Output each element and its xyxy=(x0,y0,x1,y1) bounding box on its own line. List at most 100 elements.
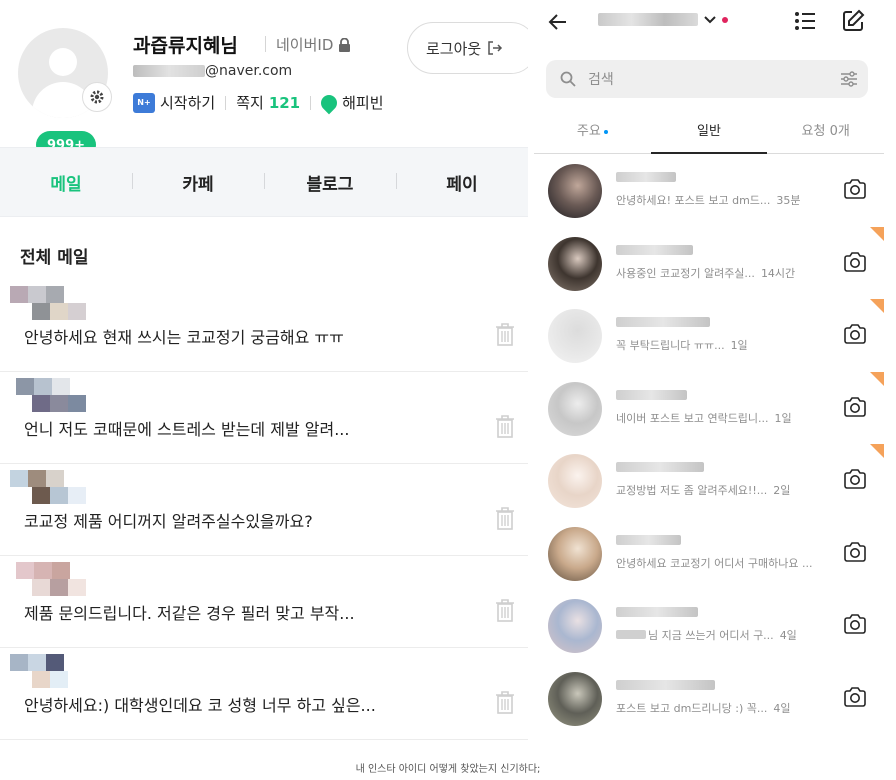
pixel-block xyxy=(46,470,64,487)
dm-row[interactable]: 네이버 포스트 보고 연락드립니... 1일 xyxy=(534,371,884,445)
dm-preview: 교정방법 저도 좀 알려주세요!!... 2일 xyxy=(616,482,790,498)
mail-item[interactable]: 안녕하세요:) 대학생인데요 코 성형 너무 하고 싶은... xyxy=(0,648,528,740)
tab-requests[interactable]: 요청 0개 xyxy=(767,112,884,153)
divider xyxy=(310,95,312,110)
dm-preview-text: 포스트 보고 dm드리니당 :) 꼭... xyxy=(616,701,768,715)
dm-row[interactable]: 사용중인 코교정기 알려주실... 14시간 xyxy=(534,226,884,300)
list-options-icon[interactable] xyxy=(794,10,816,32)
camera-icon[interactable] xyxy=(843,251,867,273)
naver-plus-icon: N+ xyxy=(133,92,155,113)
dm-username-redacted xyxy=(616,317,710,327)
start-label: 시작하기 xyxy=(160,94,216,112)
tab-requests-label: 요청 0개 xyxy=(801,124,850,139)
dm-avatar[interactable] xyxy=(548,309,602,363)
dm-preview: 포스트 보고 dm드리니당 :) 꼭... 4일 xyxy=(616,700,791,716)
pixel-block xyxy=(50,671,68,688)
filter-sliders-icon[interactable] xyxy=(840,70,858,88)
dm-username-redacted xyxy=(616,679,715,690)
account-switcher[interactable] xyxy=(598,13,728,26)
trash-icon[interactable] xyxy=(495,690,515,714)
dm-row[interactable]: 안녕하세요 코교정기 어디서 구매하나요 ... xyxy=(534,517,884,590)
start-link[interactable]: N+ 시작하기 xyxy=(133,92,215,113)
dm-row[interactable]: 포스트 보고 dm드리니당 :) 꼭... 4일 xyxy=(534,662,884,735)
search-icon xyxy=(560,71,576,87)
sender-pixelated xyxy=(10,286,110,320)
tab-mail[interactable]: 메일 xyxy=(0,170,132,195)
tab-pay[interactable]: 페이 xyxy=(396,170,528,195)
dm-row[interactable]: 꼭 부탁드립니다 ㅠㅠ... 1일 xyxy=(534,299,884,372)
preview-name-redacted xyxy=(616,630,646,639)
pixel-block xyxy=(46,654,64,671)
mail-item[interactable]: 코교정 제품 어디꺼지 알려주실수있을까요? xyxy=(0,464,528,556)
trash-icon[interactable] xyxy=(495,322,515,346)
camera-icon[interactable] xyxy=(843,323,867,345)
naver-id-text: 네이버ID xyxy=(276,36,334,54)
dm-avatar[interactable] xyxy=(548,164,602,218)
camera-icon[interactable] xyxy=(843,541,867,563)
tab-blog[interactable]: 블로그 xyxy=(264,170,396,195)
camera-icon[interactable] xyxy=(843,178,867,200)
dm-preview-text: 네이버 포스트 보고 연락드립니... xyxy=(616,411,769,425)
mail-subject: 안녕하세요 현재 쓰시는 코교정기 궁금해요 ㅠㅠ xyxy=(24,328,344,347)
dm-avatar[interactable] xyxy=(548,236,602,291)
dm-preview: 사용중인 코교정기 알려주실... 14시간 xyxy=(616,265,795,281)
trash-icon[interactable] xyxy=(495,506,515,530)
sender-pixelated xyxy=(10,562,110,596)
logout-button[interactable]: 로그아웃 xyxy=(407,22,528,74)
tab-general-label: 일반 xyxy=(697,124,721,139)
tab-primary[interactable]: 주요 xyxy=(534,112,651,153)
sender-pixelated xyxy=(10,470,110,504)
dm-avatar[interactable] xyxy=(548,454,602,508)
notes-link[interactable]: 쪽지 121 xyxy=(236,92,300,113)
divider xyxy=(265,36,266,52)
dm-avatar[interactable] xyxy=(548,381,602,436)
tab-cafe[interactable]: 카페 xyxy=(132,170,264,195)
search-input[interactable]: 검색 xyxy=(546,60,868,98)
mail-subject: 언니 저도 코때문에 스트레스 받는데 제발 알려... xyxy=(24,420,350,439)
sender-pixelated xyxy=(10,654,110,688)
happybean-link[interactable]: 해피빈 xyxy=(317,91,384,114)
pixel-block xyxy=(16,378,34,395)
pixel-block xyxy=(28,286,46,303)
pixel-block xyxy=(10,470,28,487)
mail-subject: 코교정 제품 어디꺼지 알려주실수있을까요? xyxy=(24,512,313,531)
new-message-icon[interactable] xyxy=(841,9,865,33)
pixel-block xyxy=(16,562,34,579)
dm-avatar[interactable] xyxy=(548,599,602,653)
dm-avatar[interactable] xyxy=(548,526,602,581)
dm-preview-text: 교정방법 저도 좀 알려주세요!!... xyxy=(616,484,768,497)
email-redacted-block xyxy=(133,65,205,77)
dm-preview-text: 안녕하세요 코교정기 어디서 구매하나요 ... xyxy=(616,556,813,570)
dm-preview-text: 꼭 부탁드립니다 ㅠㅠ... xyxy=(616,339,725,352)
unread-corner-marker xyxy=(870,371,884,386)
dm-preview-text: 사용중인 코교정기 알려주실... xyxy=(616,266,755,280)
trash-icon[interactable] xyxy=(495,414,515,438)
mail-item[interactable]: 제품 문의드립니다. 저같은 경우 필러 맞고 부작... xyxy=(0,556,528,648)
dm-username-redacted xyxy=(616,389,687,400)
mail-item[interactable]: 언니 저도 코때문에 스트레스 받는데 제발 알려... xyxy=(0,372,528,464)
mail-subject: 제품 문의드립니다. 저같은 경우 필러 맞고 부작... xyxy=(24,604,355,623)
happybean-leaf-icon xyxy=(317,91,341,114)
camera-icon[interactable] xyxy=(843,613,867,635)
dm-row[interactable]: 교정방법 저도 좀 알려주세요!!... 2일 xyxy=(534,444,884,517)
settings-gear-icon[interactable] xyxy=(82,82,112,112)
dm-row[interactable]: 님 지금 쓰는거 어디서 구... 4일 xyxy=(534,589,884,662)
dm-preview: 안녕하세요! 포스트 보고 dm드... 35분 xyxy=(616,192,801,208)
pixel-block xyxy=(32,487,50,504)
unread-corner-marker xyxy=(870,444,884,458)
mail-item[interactable]: 안녕하세요 현재 쓰시는 코교정기 궁금해요 ㅠㅠ xyxy=(0,280,528,372)
dm-tabs: 주요 일반 요청 0개 xyxy=(534,112,884,154)
camera-icon[interactable] xyxy=(843,396,867,418)
profile-email: @naver.com xyxy=(133,63,292,79)
tab-general[interactable]: 일반 xyxy=(650,112,768,154)
dm-row[interactable]: 안녕하세요! 포스트 보고 dm드... 35분 xyxy=(534,154,884,227)
back-arrow-icon[interactable] xyxy=(546,10,570,34)
trash-icon[interactable] xyxy=(495,598,515,622)
camera-icon[interactable] xyxy=(843,468,867,490)
notes-count: 121 xyxy=(268,93,301,112)
camera-icon[interactable] xyxy=(843,686,867,708)
pixel-block xyxy=(52,378,70,395)
divider xyxy=(225,95,227,110)
dm-avatar[interactable] xyxy=(548,671,602,726)
dm-username-redacted xyxy=(616,244,693,255)
